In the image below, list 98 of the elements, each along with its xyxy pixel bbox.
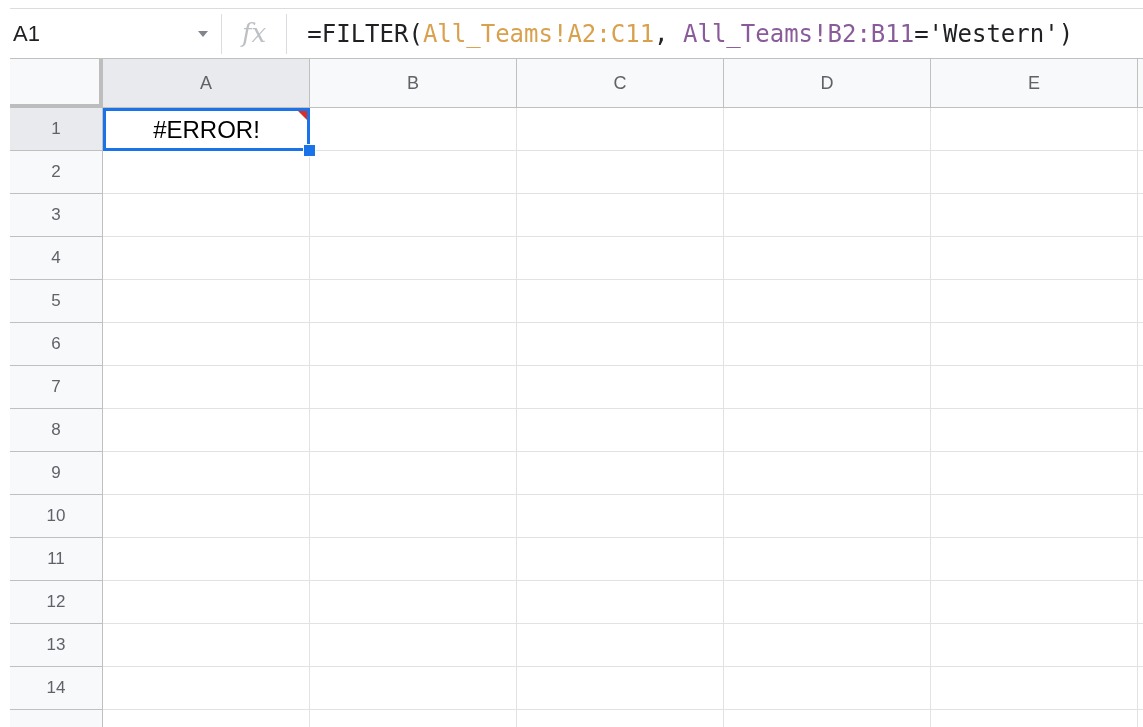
table-cell[interactable] xyxy=(724,452,931,495)
fill-handle[interactable] xyxy=(303,144,316,157)
table-cell[interactable] xyxy=(517,108,724,151)
row-header[interactable]: 11 xyxy=(10,538,103,581)
table-cell[interactable] xyxy=(103,409,310,452)
table-cell[interactable] xyxy=(724,366,931,409)
table-cell[interactable] xyxy=(517,538,724,581)
table-cell[interactable] xyxy=(103,194,310,237)
table-cell[interactable] xyxy=(931,237,1138,280)
table-cell[interactable] xyxy=(310,237,517,280)
table-cell[interactable] xyxy=(103,624,310,667)
row-header[interactable]: 10 xyxy=(10,495,103,538)
name-box[interactable]: A1 xyxy=(10,17,170,50)
table-cell[interactable] xyxy=(724,667,931,710)
table-cell[interactable] xyxy=(310,581,517,624)
table-cell[interactable] xyxy=(517,280,724,323)
formula-token: ='Western') xyxy=(914,19,1074,48)
table-cell[interactable] xyxy=(724,581,931,624)
table-cell[interactable] xyxy=(517,323,724,366)
table-cell[interactable] xyxy=(103,452,310,495)
table-cell[interactable] xyxy=(517,194,724,237)
error-triangle-icon xyxy=(298,111,307,120)
table-cell[interactable] xyxy=(724,538,931,581)
table-cell[interactable] xyxy=(931,194,1138,237)
table-cell[interactable] xyxy=(310,495,517,538)
table-cell[interactable] xyxy=(310,280,517,323)
table-cell[interactable] xyxy=(724,151,931,194)
row-header[interactable]: 6 xyxy=(10,323,103,366)
table-cell[interactable] xyxy=(103,323,310,366)
column-header[interactable]: A xyxy=(103,59,310,108)
table-cell[interactable] xyxy=(517,237,724,280)
row-header[interactable]: 13 xyxy=(10,624,103,667)
row-header[interactable]: 1 xyxy=(10,108,103,151)
row-header[interactable]: 2 xyxy=(10,151,103,194)
formula-token: , xyxy=(654,19,670,48)
table-cell[interactable] xyxy=(724,323,931,366)
row-header[interactable]: 12 xyxy=(10,581,103,624)
row-header[interactable]: 7 xyxy=(10,366,103,409)
row-header[interactable]: 5 xyxy=(10,280,103,323)
table-cell[interactable] xyxy=(931,667,1138,710)
table-cell[interactable] xyxy=(310,366,517,409)
table-cell[interactable] xyxy=(931,108,1138,151)
table-cell[interactable] xyxy=(103,581,310,624)
table-cell[interactable] xyxy=(517,581,724,624)
table-cell[interactable] xyxy=(517,409,724,452)
table-cell[interactable] xyxy=(103,366,310,409)
table-cell[interactable] xyxy=(931,538,1138,581)
formula-token: =FILTER( xyxy=(307,19,423,48)
column-header[interactable]: D xyxy=(724,59,931,108)
table-cell[interactable] xyxy=(931,409,1138,452)
table-cell[interactable] xyxy=(310,538,517,581)
row-header[interactable]: 8 xyxy=(10,409,103,452)
table-cell[interactable] xyxy=(103,495,310,538)
table-cell[interactable] xyxy=(310,624,517,667)
table-cell[interactable]: #ERROR! xyxy=(103,108,310,151)
column-header[interactable]: C xyxy=(517,59,724,108)
corner-cell[interactable] xyxy=(10,59,103,108)
table-cell[interactable] xyxy=(310,452,517,495)
table-cell[interactable] xyxy=(931,366,1138,409)
table-cell[interactable] xyxy=(931,280,1138,323)
row-header[interactable]: 3 xyxy=(10,194,103,237)
table-cell[interactable] xyxy=(931,581,1138,624)
table-cell[interactable] xyxy=(103,280,310,323)
table-cell[interactable] xyxy=(724,237,931,280)
table-cell[interactable] xyxy=(517,495,724,538)
formula-token: All_Teams!B2:B11 xyxy=(683,19,915,48)
table-cell[interactable] xyxy=(310,151,517,194)
table-cell[interactable] xyxy=(931,151,1138,194)
table-cell[interactable] xyxy=(310,409,517,452)
table-cell[interactable] xyxy=(724,280,931,323)
function-icon: fx xyxy=(242,14,267,53)
table-cell[interactable] xyxy=(310,194,517,237)
row-header[interactable]: 14 xyxy=(10,667,103,710)
table-cell[interactable] xyxy=(517,452,724,495)
table-cell[interactable] xyxy=(724,409,931,452)
table-cell[interactable] xyxy=(517,624,724,667)
table-cell[interactable] xyxy=(103,237,310,280)
table-cell[interactable] xyxy=(103,667,310,710)
table-cell[interactable] xyxy=(724,194,931,237)
table-cell[interactable] xyxy=(724,108,931,151)
table-cell[interactable] xyxy=(931,452,1138,495)
column-header[interactable]: B xyxy=(310,59,517,108)
table-cell[interactable] xyxy=(931,323,1138,366)
dropdown-caret-icon[interactable] xyxy=(198,30,208,37)
table-cell[interactable] xyxy=(310,323,517,366)
table-cell[interactable] xyxy=(310,667,517,710)
row-header[interactable]: 9 xyxy=(10,452,103,495)
table-cell[interactable] xyxy=(103,538,310,581)
table-cell[interactable] xyxy=(931,624,1138,667)
formula-token: All_Teams!A2:C11 xyxy=(422,19,655,48)
table-cell[interactable] xyxy=(931,495,1138,538)
table-cell[interactable] xyxy=(517,151,724,194)
column-header[interactable]: E xyxy=(931,59,1138,108)
table-cell[interactable] xyxy=(517,667,724,710)
table-cell[interactable] xyxy=(724,624,931,667)
row-header[interactable]: 4 xyxy=(10,237,103,280)
table-cell[interactable] xyxy=(517,366,724,409)
table-cell[interactable] xyxy=(724,495,931,538)
